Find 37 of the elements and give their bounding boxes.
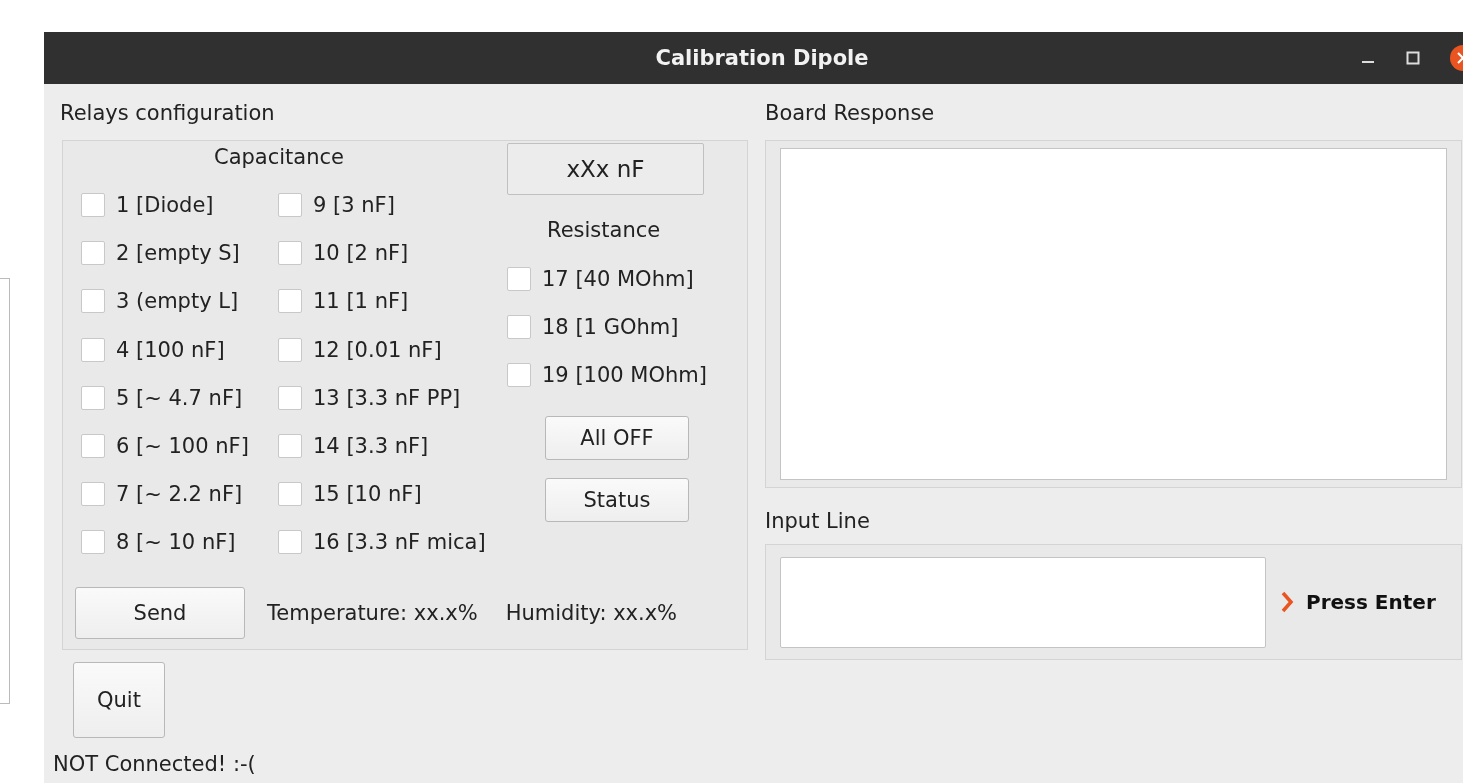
relay-checkbox[interactable]: 6 [~ 100 nF] — [81, 421, 278, 471]
humidity-reading: Humidity: xx.x% — [505, 600, 678, 625]
relay-checkbox[interactable]: 3 (empty L] — [81, 277, 278, 326]
input-field[interactable] — [780, 556, 1266, 648]
connection-status: NOT Connected! :-( — [53, 752, 257, 776]
relay-checkbox[interactable]: 4 [100 nF] — [81, 325, 278, 374]
section-label: Relays configuration — [60, 100, 276, 126]
relay-checkbox[interactable]: 16 [3.3 nF mica] — [278, 518, 507, 567]
window-title: Calibration Dipole — [655, 46, 869, 70]
quit-button[interactable]: Quit — [73, 662, 165, 738]
relay-checkbox[interactable]: 18 [1 GOhm] — [507, 303, 679, 352]
send-button[interactable]: Send — [75, 586, 245, 639]
section-label: Board Response — [765, 100, 936, 126]
relay-checkbox[interactable]: 5 [~ 4.7 nF] — [81, 373, 278, 422]
relay-checkbox[interactable]: 12 [0.01 nF] — [278, 325, 507, 374]
relay-checkbox[interactable]: 17 [40 MOhm] — [507, 255, 694, 304]
relay-checkbox[interactable]: 7 [~ 2.2 nF] — [81, 470, 278, 519]
capacitance-heading: Capacitance — [213, 144, 345, 171]
chevron-icon — [1280, 591, 1294, 613]
value-display: xXx nF — [507, 143, 704, 195]
hint-text: Press Enter — [1306, 590, 1436, 614]
relay-checkbox[interactable]: 13 [3.3 nF PP] — [278, 373, 507, 422]
relay-checkbox[interactable]: 14 [3.3 nF] — [278, 421, 507, 471]
relay-checkbox[interactable]: 10 [2 nF] — [278, 229, 507, 278]
section-label: Input Line — [765, 508, 871, 534]
relay-checkbox[interactable]: 19 [100 MOhm] — [507, 351, 707, 400]
temperature-reading: Temperature: xx.x% — [267, 600, 478, 625]
resistance-heading: Resistance — [547, 217, 661, 244]
relay-checkbox[interactable]: 11 [1 nF] — [278, 277, 507, 326]
maximize-icon[interactable] — [1406, 51, 1420, 65]
action-button[interactable]: All OFF — [545, 415, 689, 460]
action-button[interactable]: Status — [545, 477, 689, 522]
relay-checkbox[interactable]: 8 [~ 10 nF] — [81, 518, 278, 567]
relay-checkbox[interactable]: 1 [Diode] — [81, 181, 278, 230]
relay-checkbox[interactable]: 15 [10 nF] — [278, 470, 507, 519]
relay-checkbox[interactable]: 9 [3 nF] — [278, 181, 507, 230]
relay-checkbox[interactable]: 2 [empty S] — [81, 229, 278, 278]
